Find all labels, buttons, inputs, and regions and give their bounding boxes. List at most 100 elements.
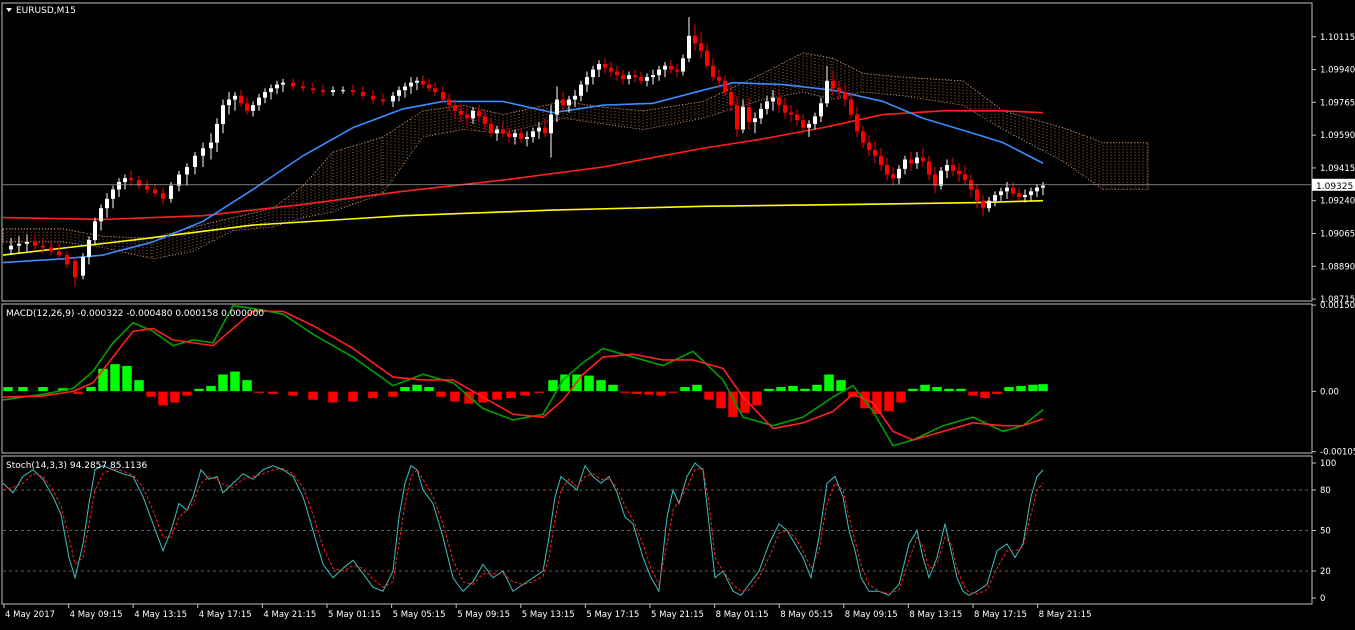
candle-body: [477, 110, 481, 117]
macd-histogram-bar: [907, 388, 919, 392]
candle-body: [117, 181, 121, 190]
candle-body: [591, 69, 595, 78]
price-tick-label: 1.09590: [1320, 131, 1355, 141]
macd-histogram-bar: [193, 388, 205, 392]
price-tick-label: 1.10115: [1320, 33, 1355, 43]
candle-body: [915, 157, 919, 164]
candle-body: [723, 80, 727, 93]
candle-body: [795, 114, 799, 121]
candle-body: [861, 131, 865, 143]
candle-body: [145, 185, 149, 190]
macd-histogram-bar: [619, 391, 631, 394]
candle-body: [263, 92, 267, 98]
candle-body: [361, 92, 365, 96]
stoch-tick-label: 50: [1320, 527, 1331, 537]
candle-body: [507, 133, 511, 138]
candle-body: [25, 241, 29, 244]
macd-histogram-bar: [1015, 385, 1027, 392]
candle-body: [825, 80, 829, 104]
macd-histogram-bar: [347, 391, 359, 402]
candle-body: [251, 105, 255, 111]
candle-body: [789, 112, 793, 115]
candle-body: [227, 99, 231, 106]
candle-body: [321, 90, 325, 93]
stoch-axis: 100 80 50 20 0: [1312, 459, 1336, 604]
chart-canvas[interactable]: 1.09325 1.10115 1.09940 1.09765 1.09590 1.09…: [0, 0, 1355, 626]
price-tick-label: 1.09065: [1320, 229, 1355, 239]
candle-body: [843, 92, 847, 100]
time-tick-label: 5 May 17:15: [586, 610, 639, 620]
macd-histogram-bar: [85, 386, 97, 392]
candle-body: [951, 165, 955, 171]
macd-histogram-bar: [811, 384, 823, 392]
macd-histogram-bar: [631, 391, 643, 395]
candle-body: [687, 35, 691, 59]
candle-body: [711, 65, 715, 78]
ichimoku-cloud: [2, 52, 1149, 260]
main-price-axis: 1.10115 1.09940 1.09765 1.09590 1.09415 1.092…: [1312, 33, 1355, 305]
candle-body: [669, 65, 673, 70]
macd-histogram-bar: [955, 388, 967, 392]
candle-body: [801, 120, 805, 128]
macd-histogram-bar: [229, 371, 241, 392]
macd-histogram-bar: [655, 391, 667, 397]
candle-body: [657, 69, 661, 76]
candle-body: [193, 155, 197, 167]
candle-body: [807, 123, 811, 128]
macd-histogram-bar: [435, 391, 447, 398]
candle-body: [933, 174, 937, 186]
price-tick-label: 1.09765: [1320, 98, 1355, 108]
price-tick-label: 1.09415: [1320, 164, 1355, 174]
candle-body: [447, 99, 451, 106]
candle-body: [49, 247, 53, 252]
candle-body: [561, 99, 565, 106]
candle-body: [873, 150, 877, 156]
candle-body: [957, 170, 961, 175]
candle-body: [939, 170, 943, 186]
time-tick-label: 4 May 21:15: [263, 610, 316, 620]
time-tick-label: 8 May 17:15: [974, 610, 1027, 620]
candle-body: [73, 260, 77, 278]
macd-histogram-bar: [2, 386, 14, 392]
candle-body: [579, 84, 583, 96]
candle-body: [681, 58, 685, 72]
candle-body: [897, 168, 901, 179]
candle-body: [221, 105, 225, 124]
candle-body: [993, 195, 997, 201]
time-tick-label: 5 May 05:15: [393, 610, 446, 620]
chart-menu-triangle-icon[interactable]: [6, 8, 12, 12]
candle-body: [705, 50, 709, 66]
current-price-line: 1.09325: [3, 178, 1355, 192]
candle-body: [483, 116, 487, 124]
candle-body: [765, 101, 769, 109]
macd-histogram-bar: [267, 391, 279, 395]
candle-body: [459, 110, 463, 115]
macd-axis: 0.001509 0.00 -0.001055: [1312, 301, 1355, 458]
macd-tick-label: 0.001509: [1320, 301, 1355, 311]
macd-histogram-bar: [387, 391, 399, 398]
candle-body: [567, 99, 571, 106]
macd-histogram-bar: [217, 373, 229, 392]
candle-body: [177, 174, 181, 186]
macd-histogram-bar: [919, 384, 931, 392]
time-tick-label: 8 May 21:15: [1039, 610, 1092, 620]
candle-body: [663, 65, 667, 70]
candle-body: [245, 103, 249, 111]
candle-body: [421, 80, 425, 85]
candle-body: [519, 133, 523, 139]
candle-body: [741, 107, 745, 130]
stoch-line-0: [2, 462, 1044, 596]
macd-histogram-bar: [691, 384, 703, 392]
candle-body: [891, 174, 895, 179]
candle-body: [269, 88, 273, 93]
candle-body: [415, 80, 419, 83]
main-panel-frame: [1, 2, 1313, 302]
candle-body: [409, 82, 413, 87]
macd-histogram-bar: [17, 386, 29, 392]
macd-histogram-bar: [991, 391, 1003, 395]
macd-histogram-bar: [1027, 384, 1039, 392]
macd-histogram-bar: [607, 384, 619, 392]
stoch-tick-label: 0: [1320, 594, 1325, 604]
macd-histogram-bar: [449, 391, 461, 402]
candle-body: [239, 95, 243, 104]
